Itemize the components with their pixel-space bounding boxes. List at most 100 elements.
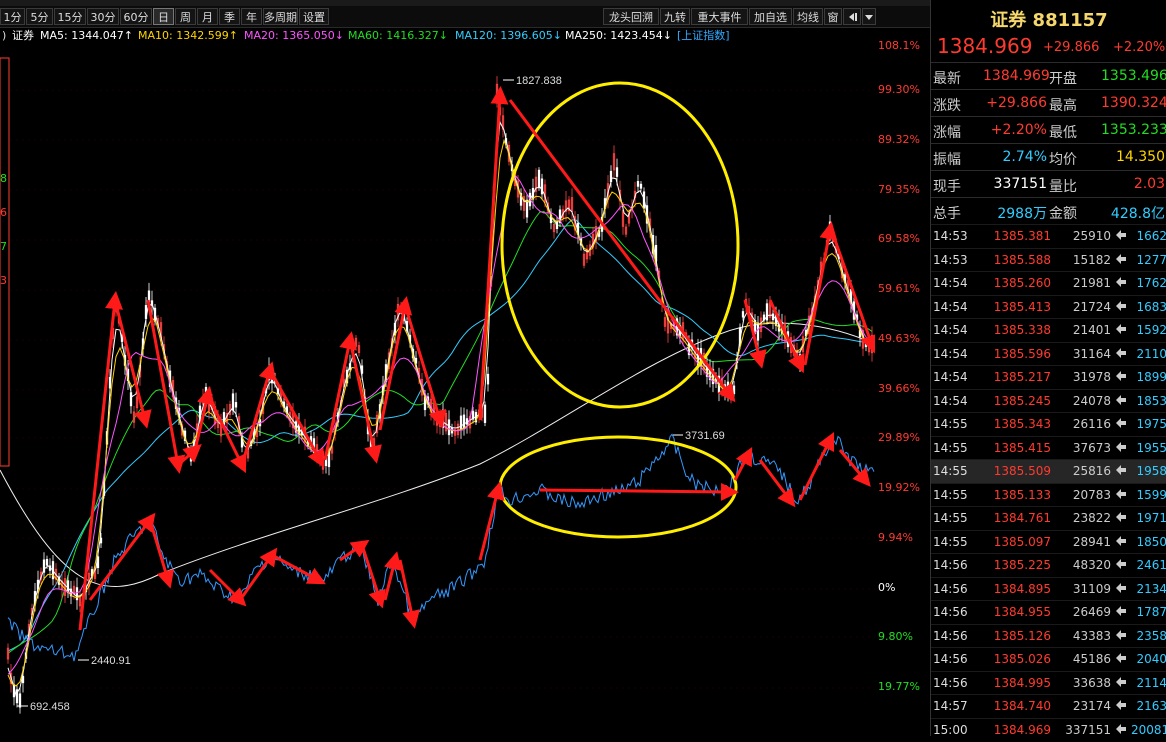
period-day-button[interactable]: 日 [153, 8, 174, 25]
tick-time: 14:54 [933, 370, 968, 384]
tick-volume: 28941 [1072, 534, 1111, 549]
tick-row[interactable]: 14:54 1385.217 31978 1899 [931, 365, 1166, 389]
tick-row[interactable]: 14:56 1385.026 45186 2040 [931, 647, 1166, 671]
highlight-ellipse-bottom [498, 435, 738, 539]
period-year-button[interactable]: 年 [241, 8, 262, 25]
tick-time: 14:54 [933, 323, 968, 337]
period-week-button[interactable]: 周 [175, 8, 196, 25]
tick-count: 1277 [1136, 252, 1166, 267]
tick-row[interactable]: 14:56 1385.126 43383 2358 [931, 623, 1166, 648]
tick-row[interactable]: 14:56 1384.895 31109 2134 [931, 576, 1166, 601]
quote-label: 最高 [1049, 98, 1077, 114]
tick-row[interactable]: 14:54 1385.596 31164 2110 [931, 341, 1166, 366]
add-watchlist-button[interactable]: 加自选 [749, 8, 792, 25]
tick-count: 1787 [1136, 605, 1166, 619]
tick-row[interactable]: 14:55 1385.133 20783 1599 [931, 482, 1166, 507]
tick-row[interactable]: 14:55 1385.097 28941 1850 [931, 529, 1166, 554]
quote-row: 振幅 2.74% 均价 14.350 [931, 143, 1166, 171]
trend-arrow [323, 331, 357, 461]
tick-count: 1662 [1136, 229, 1166, 243]
kline-chart[interactable]: 1827.838 692.458 2440.91 3731.69 [0, 44, 875, 736]
tick-row[interactable]: 15:00 1384.969 337151 20081 [931, 717, 1166, 742]
index-compare-line [7, 433, 875, 662]
tick-price: 1384.955 [993, 605, 1051, 619]
quote-label: 总手 [933, 206, 961, 222]
left-arrow-icon [1115, 300, 1127, 315]
candle-body [231, 393, 235, 411]
quote-value: 337151 [993, 176, 1047, 192]
tick-row[interactable]: 14:55 1385.509 25816 1958 [931, 459, 1166, 483]
tick-price: 1385.245 [993, 393, 1051, 408]
index-peak-label: 3731.69 [685, 430, 725, 442]
tick-volume: 21401 [1072, 323, 1111, 337]
tick-row[interactable]: 14:53 1385.588 15182 1277 [931, 247, 1166, 272]
trend-arrow [378, 296, 413, 431]
compare-index-link[interactable]: [上证指数] [677, 28, 730, 44]
panel-toggle-icon[interactable] [843, 8, 861, 25]
tick-row[interactable]: 14:55 1385.343 26116 1975 [931, 412, 1166, 436]
left-arrow-icon [1115, 511, 1127, 526]
candle-body [462, 414, 466, 429]
tick-price: 1385.260 [993, 276, 1051, 290]
tick-price: 1385.133 [993, 487, 1051, 502]
pct-axis-label: 99.30% [878, 83, 920, 96]
period-60min-button[interactable]: 60分 [120, 8, 152, 25]
left-arrow-icon [1115, 699, 1127, 714]
tick-count: 1971 [1136, 511, 1166, 525]
tick-count: 2114 [1136, 675, 1166, 690]
period-15min-button[interactable]: 15分 [54, 8, 86, 25]
nine-turn-button[interactable]: 九转 [660, 8, 690, 25]
left-arrow-icon [1115, 394, 1127, 409]
period-1min-button[interactable]: 1分 [0, 8, 25, 25]
tick-row[interactable]: 14:56 1384.995 33638 2114 [931, 670, 1166, 695]
tick-row[interactable]: 14:54 1385.338 21401 1592 [931, 318, 1166, 342]
tick-row[interactable]: 14:56 1384.955 26469 1787 [931, 600, 1166, 624]
tick-time: 14:54 [933, 299, 968, 314]
quote-value: +29.866 [986, 95, 1047, 111]
tick-price: 1384.895 [993, 581, 1051, 596]
tick-count: 1955 [1136, 440, 1166, 455]
tick-row[interactable]: 14:55 1384.761 23822 1971 [931, 506, 1166, 530]
tick-price: 1384.995 [993, 675, 1051, 690]
window-button[interactable]: 窗 [824, 8, 842, 25]
tick-price: 1385.338 [993, 323, 1051, 337]
pct-axis-label: 9.94% [878, 531, 913, 544]
settings-button[interactable]: 设置 [299, 8, 329, 25]
dropdown-chevron-icon[interactable] [862, 8, 876, 25]
tick-row[interactable]: 14:53 1385.381 25910 1662 [931, 224, 1166, 248]
trend-arrow [803, 221, 838, 366]
tick-count: 2461 [1136, 558, 1166, 572]
moving-average-button[interactable]: 均线 [793, 8, 823, 25]
tick-row[interactable]: 14:54 1385.245 24078 1853 [931, 388, 1166, 413]
ma-legend: ) 证券 MA5: 1344.047↑ MA10: 1342.599↑ MA20… [0, 28, 875, 44]
candle-body [615, 167, 619, 177]
period-month-button[interactable]: 月 [197, 8, 218, 25]
tick-row[interactable]: 14:54 1385.260 21981 1762 [931, 271, 1166, 295]
tick-volume: 26116 [1072, 417, 1111, 431]
tick-count: 1958 [1136, 464, 1166, 478]
candle-body [459, 415, 463, 431]
left-axis-digit: 7 [0, 240, 7, 253]
pct-axis-label: 0% [878, 581, 896, 594]
candle-body [639, 183, 643, 189]
tick-row[interactable]: 14:57 1384.740 23174 2163 [931, 694, 1166, 718]
candle-body [756, 322, 760, 341]
tick-count: 1592 [1136, 323, 1166, 337]
tick-row[interactable]: 14:54 1385.413 21724 1683 [931, 294, 1166, 319]
tick-price: 1385.596 [993, 346, 1051, 361]
tick-row[interactable]: 14:55 1385.415 37673 1955 [931, 435, 1166, 460]
leader-backtrack-button[interactable]: 龙头回溯 [603, 8, 659, 25]
tick-volume: 31978 [1072, 370, 1111, 384]
period-quarter-button[interactable]: 季 [219, 8, 240, 25]
major-events-button[interactable]: 重大事件 [691, 8, 748, 25]
period-5min-button[interactable]: 5分 [26, 8, 53, 25]
multi-period-button[interactable]: 多周期 [263, 8, 298, 25]
period-30min-button[interactable]: 30分 [87, 8, 119, 25]
trend-arrow [478, 481, 505, 561]
tick-volume: 43383 [1072, 628, 1111, 643]
left-arrow-icon [1115, 723, 1127, 738]
legend-prefix: ) [2, 29, 7, 42]
tick-time: 14:55 [933, 511, 968, 525]
left-axis-digit: 3 [0, 274, 7, 287]
tick-row[interactable]: 14:56 1385.225 48320 2461 [931, 553, 1166, 577]
